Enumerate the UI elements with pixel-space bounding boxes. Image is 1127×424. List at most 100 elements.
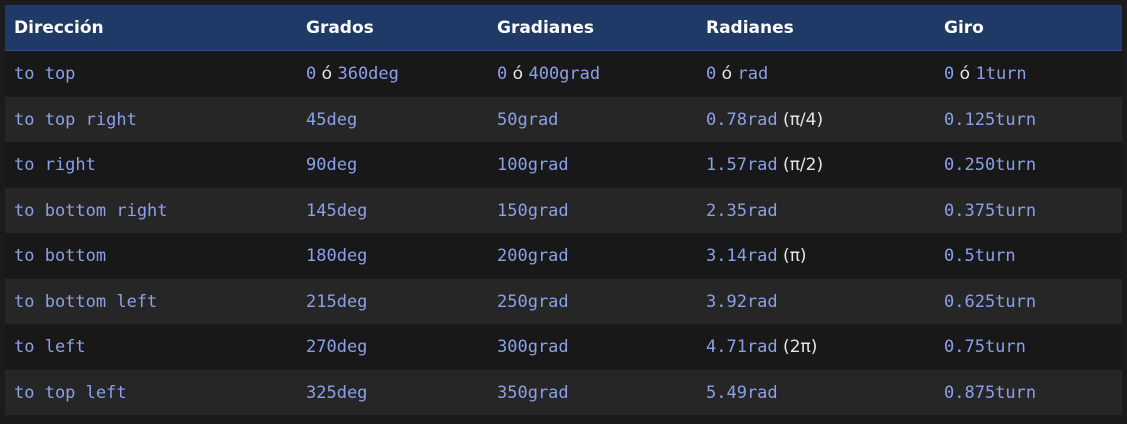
turns-cell: 0.625turn [935, 278, 1122, 324]
code-value: 0 [706, 63, 717, 84]
table-body: to top 0 ó 360deg 0 ó 400grad 0 ó rad 0 ó 1t… [5, 50, 1122, 415]
radians-cell: 3.14rad (π) [697, 233, 935, 279]
code-value: 0.375turn [944, 200, 1037, 221]
plain-text: (2π) [777, 336, 818, 357]
header-turns: Giro [935, 5, 1122, 51]
code-value: 0.625turn [944, 291, 1037, 312]
table-row: to bottom left 215deg 250grad 3.92rad 0.625t… [5, 278, 1122, 324]
degrees-cell: 145deg [297, 187, 488, 233]
code-value: 2.35rad [706, 200, 778, 221]
plain-text: ó [507, 63, 529, 84]
code-value: 4.71rad [706, 336, 778, 357]
code-value: 145deg [306, 200, 368, 221]
code-value: 0.78rad [706, 109, 778, 130]
code-value: 360deg [337, 63, 399, 84]
table-row: to top right 45deg 50grad 0.78rad (π/4) 0.12… [5, 96, 1122, 142]
header-radians: Radianes [697, 5, 935, 51]
code-value: 0.5turn [944, 245, 1016, 266]
gradians-cell: 300grad [488, 324, 697, 370]
plain-text: (π) [777, 245, 807, 266]
direction-keyword: to top left [14, 382, 127, 403]
table-row: to top 0 ó 360deg 0 ó 400grad 0 ó rad 0 ó 1t… [5, 50, 1122, 97]
plain-text: (π/4) [777, 109, 824, 130]
gradians-cell: 150grad [488, 187, 697, 233]
gradians-cell: 50grad [488, 96, 697, 142]
plain-text: ó [954, 63, 976, 84]
header-row: Dirección Grados Gradianes Radianes Giro [5, 5, 1122, 51]
code-value: 0.125turn [944, 109, 1037, 130]
direction-cell: to left [5, 324, 297, 370]
turns-cell: 0.5turn [935, 233, 1122, 279]
angle-units-table: Dirección Grados Gradianes Radianes Giro… [5, 5, 1122, 415]
radians-cell: 2.35rad [697, 187, 935, 233]
radians-cell: 4.71rad (2π) [697, 324, 935, 370]
code-value: 350grad [497, 382, 569, 403]
code-value: 0.75turn [944, 336, 1026, 357]
direction-keyword: to top right [14, 109, 137, 130]
code-value: 3.14rad [706, 245, 778, 266]
code-value: 0.250turn [944, 154, 1037, 175]
turns-cell: 0.75turn [935, 324, 1122, 370]
turns-cell: 0.125turn [935, 96, 1122, 142]
code-value: 180deg [306, 245, 368, 266]
gradians-cell: 350grad [488, 369, 697, 415]
radians-cell: 3.92rad [697, 278, 935, 324]
code-value: 250grad [497, 291, 569, 312]
plain-text: ó [716, 63, 738, 84]
angle-units-table-wrapper: Dirección Grados Gradianes Radianes Giro… [5, 5, 1122, 415]
gradians-cell: 100grad [488, 142, 697, 188]
code-value: 1.57rad [706, 154, 778, 175]
table-row: to top left 325deg 350grad 5.49rad 0.875turn [5, 369, 1122, 415]
code-value: 3.92rad [706, 291, 778, 312]
header-gradians: Gradianes [488, 5, 697, 51]
direction-keyword: to right [14, 154, 96, 175]
radians-cell: 0 ó rad [697, 51, 935, 97]
code-value: 150grad [497, 200, 569, 221]
code-value: 300grad [497, 336, 569, 357]
direction-keyword: to top [14, 63, 76, 84]
turns-cell: 0 ó 1turn [935, 51, 1122, 97]
gradians-cell: 250grad [488, 278, 697, 324]
code-value: 0.875turn [944, 382, 1037, 403]
direction-cell: to bottom right [5, 187, 297, 233]
gradians-cell: 200grad [488, 233, 697, 279]
direction-cell: to bottom left [5, 278, 297, 324]
degrees-cell: 270deg [297, 324, 488, 370]
plain-text: ó [316, 63, 338, 84]
code-value: rad [737, 63, 769, 84]
degrees-cell: 215deg [297, 278, 488, 324]
code-value: 400grad [528, 63, 601, 84]
radians-cell: 5.49rad [697, 369, 935, 415]
radians-cell: 1.57rad (π/2) [697, 142, 935, 188]
turns-cell: 0.375turn [935, 187, 1122, 233]
code-value: 325deg [306, 382, 368, 403]
direction-cell: to right [5, 142, 297, 188]
code-value: 90deg [306, 154, 358, 175]
table-row: to left 270deg 300grad 4.71rad (2π) 0.75turn [5, 324, 1122, 370]
code-value: 200grad [497, 245, 569, 266]
degrees-cell: 45deg [297, 96, 488, 142]
plain-text: (π/2) [777, 154, 824, 175]
direction-keyword: to bottom right [14, 200, 168, 221]
degrees-cell: 0 ó 360deg [297, 51, 488, 97]
code-value: 1turn [975, 63, 1027, 84]
code-value: 50grad [497, 109, 559, 130]
code-value: 5.49rad [706, 382, 778, 403]
table-header: Dirección Grados Gradianes Radianes Giro [5, 5, 1122, 51]
table-row: to bottom 180deg 200grad 3.14rad (π) 0.5turn [5, 233, 1122, 279]
code-value: 100grad [497, 154, 569, 175]
direction-cell: to bottom [5, 233, 297, 279]
direction-cell: to top right [5, 96, 297, 142]
header-direction: Dirección [5, 5, 297, 51]
degrees-cell: 90deg [297, 142, 488, 188]
gradians-cell: 0 ó 400grad [488, 51, 697, 97]
code-value: 45deg [306, 109, 358, 130]
code-value: 0 [944, 63, 955, 84]
code-value: 270deg [306, 336, 368, 357]
direction-cell: to top [5, 51, 297, 97]
table-row: to right 90deg 100grad 1.57rad (π/2) 0.250tu… [5, 142, 1122, 188]
degrees-cell: 325deg [297, 369, 488, 415]
direction-keyword: to left [14, 336, 86, 357]
turns-cell: 0.875turn [935, 369, 1122, 415]
degrees-cell: 180deg [297, 233, 488, 279]
